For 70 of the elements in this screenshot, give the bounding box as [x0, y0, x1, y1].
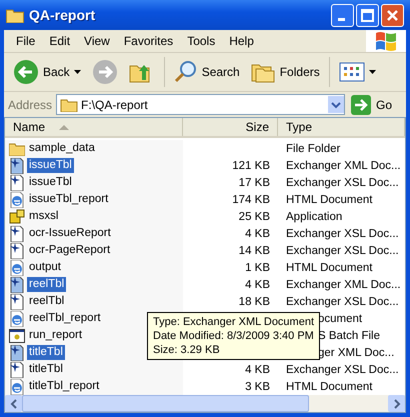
file-type: File Folder: [286, 142, 340, 154]
maximize-button[interactable]: [356, 4, 379, 26]
search-icon: [174, 60, 198, 84]
folder-icon: [60, 98, 78, 112]
file-size: 121 KB: [232, 160, 270, 172]
search-button[interactable]: Search: [170, 58, 243, 86]
file-type: Exchanger XSL Doc...: [286, 364, 399, 376]
close-button[interactable]: [381, 4, 404, 26]
views-grid-icon: [338, 62, 365, 82]
go-button[interactable]: Go: [348, 94, 402, 114]
file-type: Exchanger XSL Doc...: [286, 296, 399, 308]
address-field[interactable]: F:\QA-report: [56, 94, 345, 115]
horizontal-scrollbar[interactable]: [5, 395, 405, 412]
caret-icon: [74, 70, 81, 74]
windows-logo-icon: [366, 30, 406, 52]
menu-item[interactable]: File: [10, 34, 44, 48]
file-name[interactable]: titleTbl: [27, 345, 65, 360]
menu-item[interactable]: Help: [223, 34, 262, 48]
file-name[interactable]: reelTbl: [27, 294, 66, 309]
file-type: HTML Document: [286, 380, 372, 392]
file-type: Application: [286, 210, 342, 222]
file-size: 1 KB: [245, 262, 270, 274]
file-size: 4 KB: [245, 228, 270, 240]
file-type: Exchanger XML Doc...: [286, 160, 401, 172]
menu-item[interactable]: Favorites: [118, 34, 182, 48]
file-type: Exchanger XSL Doc...: [286, 228, 399, 240]
address-label: Address: [8, 98, 52, 112]
folders-button[interactable]: Folders: [246, 59, 323, 85]
file-name[interactable]: msxsl: [27, 209, 60, 224]
menu-item[interactable]: Tools: [181, 34, 224, 48]
minimize-button[interactable]: [331, 4, 354, 26]
document-icon: [9, 344, 25, 360]
file-size: 17 KB: [238, 176, 270, 188]
chevron-down-icon: [330, 100, 341, 108]
scroll-right-icon[interactable]: [392, 398, 400, 408]
application-icon: [9, 208, 25, 224]
file-name[interactable]: run_report: [27, 328, 84, 343]
scroll-left-icon[interactable]: [10, 398, 18, 408]
folder-icon: [6, 8, 24, 22]
file-size: 25 KB: [238, 210, 270, 222]
document-icon: [9, 276, 25, 292]
file-type: HTML Document: [286, 194, 372, 206]
file-size: 14 KB: [238, 244, 270, 256]
back-button[interactable]: Back: [10, 57, 84, 87]
file-size: 3 KB: [245, 380, 270, 392]
file-type: Exchanger XSL Doc...: [286, 176, 399, 188]
tooltip-line: Date Modified: 8/3/2009 3:40 PM: [153, 329, 314, 343]
file-size: 4 KB: [245, 278, 270, 290]
file-type: Exchanger XML Doc...: [286, 278, 401, 290]
file-type: Exchanger XSL Doc...: [286, 244, 399, 256]
window-title: QA-report: [29, 7, 96, 23]
file-size: 174 KB: [232, 194, 270, 206]
file-type: HTML Document: [286, 262, 372, 274]
file-name[interactable]: titleTbl: [27, 362, 65, 377]
file-name[interactable]: output: [27, 260, 63, 275]
caret-icon: [368, 70, 376, 74]
menu-item[interactable]: Edit: [43, 34, 78, 48]
minimize-icon: [338, 18, 344, 20]
column-header[interactable]: Type: [278, 118, 405, 136]
file-size: 4 KB: [245, 364, 270, 376]
file-size: 18 KB: [238, 296, 270, 308]
document-icon: [9, 158, 25, 174]
dropdown-button[interactable]: [328, 96, 344, 113]
tooltip-line: Type: Exchanger XML Document: [153, 315, 314, 329]
file-name[interactable]: reelTbl: [27, 277, 66, 292]
menu-item[interactable]: View: [78, 34, 118, 48]
column-header[interactable]: Name: [5, 118, 183, 136]
tooltip-line: Size: 3.29 KB: [153, 343, 221, 357]
file-name[interactable]: issueTbl: [27, 158, 74, 173]
column-header[interactable]: Size: [183, 118, 278, 136]
